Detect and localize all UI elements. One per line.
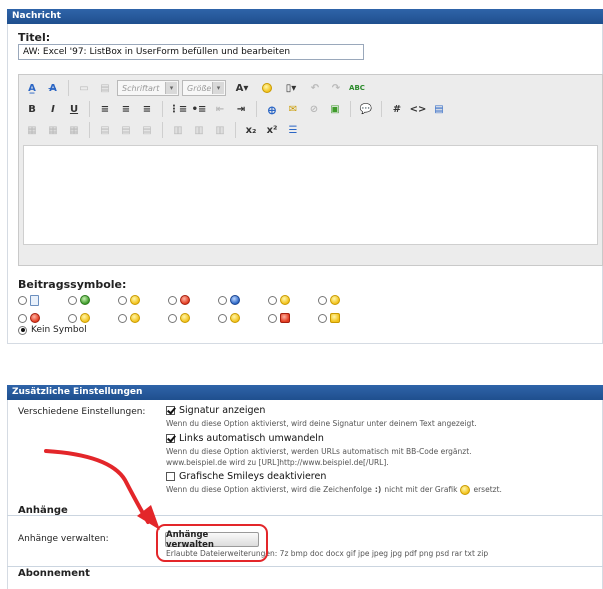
annotation-arrow — [44, 449, 160, 530]
